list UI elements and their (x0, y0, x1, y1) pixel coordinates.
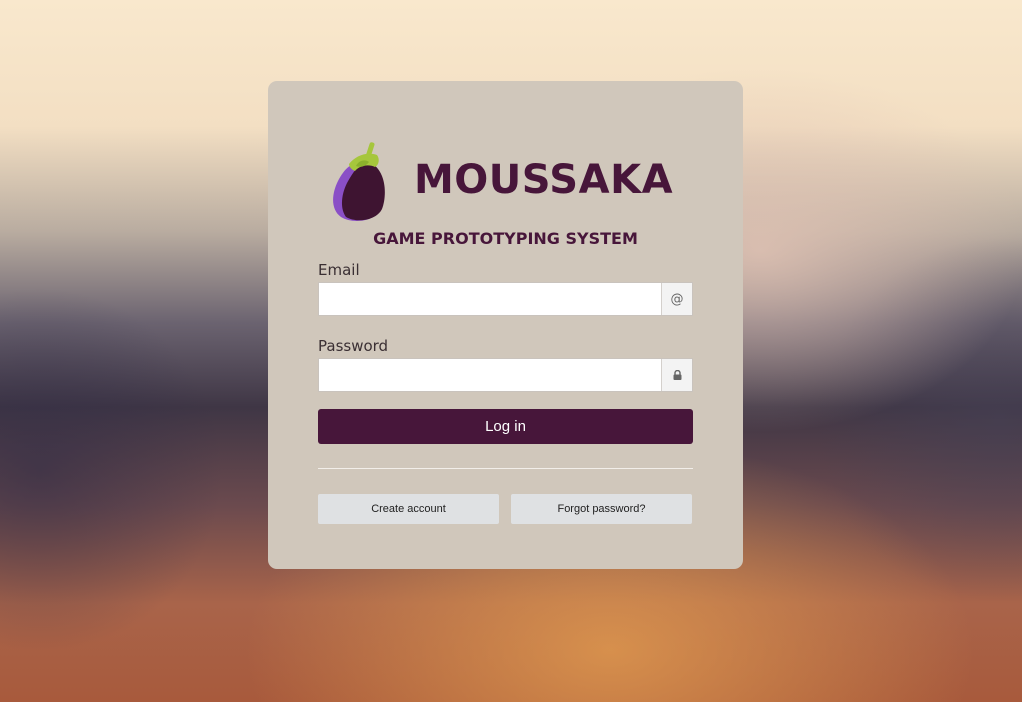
email-input[interactable] (319, 283, 661, 315)
create-account-button[interactable]: Create account (318, 494, 499, 524)
eggplant-icon (333, 142, 385, 221)
login-button[interactable]: Log in (318, 409, 693, 444)
app-title: MOUSSAKA (414, 157, 674, 203)
forgot-password-button[interactable]: Forgot password? (511, 494, 692, 524)
app-subtitle: GAME PROTOTYPING SYSTEM (373, 229, 638, 248)
login-card: MOUSSAKA GAME PROTOTYPING SYSTEM Email @… (268, 81, 743, 569)
password-label: Password (318, 337, 389, 355)
password-input-group (318, 358, 693, 392)
password-input[interactable] (319, 359, 661, 391)
email-input-group: @ (318, 282, 693, 316)
at-icon: @ (661, 283, 692, 315)
email-label: Email (318, 261, 360, 279)
brand-header: MOUSSAKA (328, 129, 673, 224)
divider (318, 468, 693, 469)
lock-icon (661, 359, 692, 391)
